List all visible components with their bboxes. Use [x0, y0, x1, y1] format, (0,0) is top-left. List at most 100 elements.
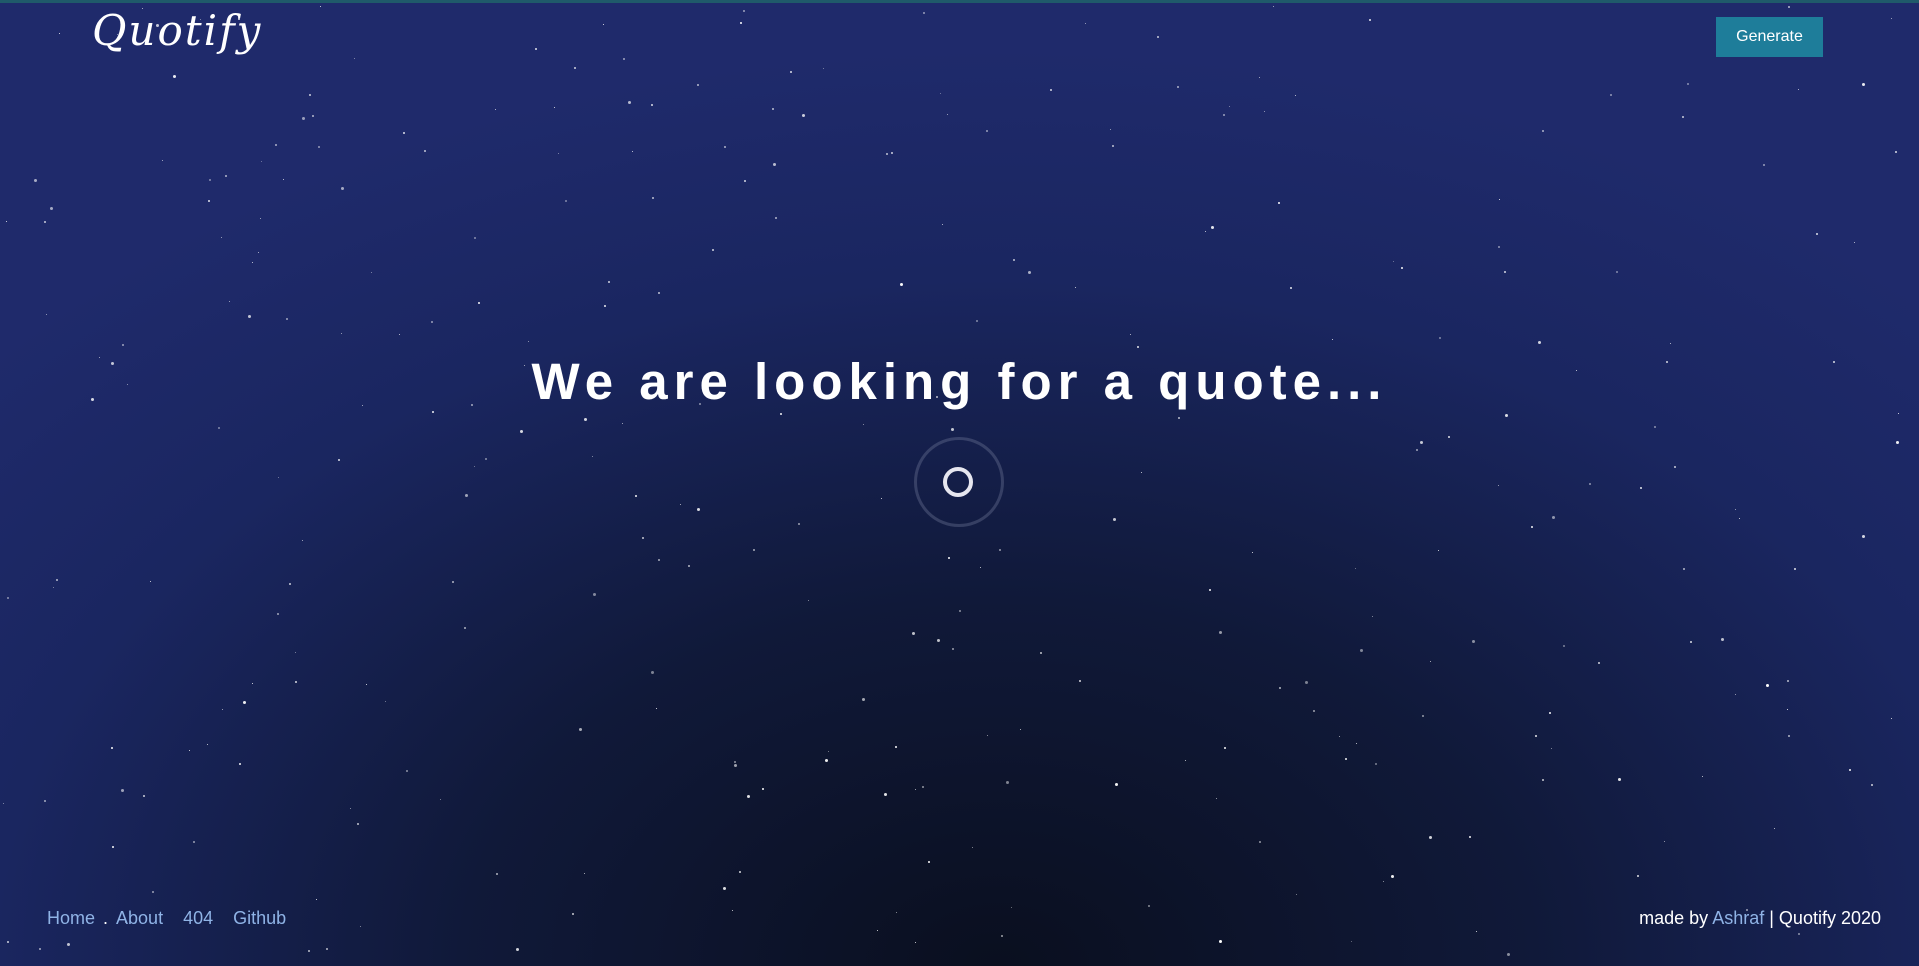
generate-button[interactable]: Generate	[1716, 17, 1823, 57]
star	[1137, 346, 1139, 348]
star	[1211, 226, 1214, 229]
star	[360, 926, 361, 927]
star	[295, 652, 296, 653]
star	[277, 613, 279, 615]
star	[44, 800, 46, 802]
star	[942, 224, 943, 225]
star	[50, 207, 53, 210]
star	[999, 549, 1001, 551]
star	[478, 302, 480, 304]
star	[1332, 339, 1333, 340]
star	[1050, 89, 1052, 91]
star	[1216, 798, 1217, 799]
logo[interactable]: Quotify	[92, 6, 262, 55]
star	[111, 747, 113, 749]
loading-headline: We are looking for a quote...	[531, 353, 1388, 410]
star	[1551, 748, 1552, 749]
star	[1219, 940, 1222, 943]
star	[1816, 233, 1818, 235]
star	[1391, 875, 1394, 878]
star	[1535, 735, 1537, 737]
star	[656, 708, 657, 709]
star	[1862, 535, 1865, 538]
star	[740, 22, 742, 24]
star	[972, 847, 973, 848]
star	[1674, 466, 1676, 468]
footer-link-home[interactable]: Home	[47, 908, 95, 929]
star	[7, 941, 9, 943]
star	[143, 795, 145, 797]
star	[1798, 89, 1799, 90]
star	[248, 315, 251, 318]
star	[877, 930, 878, 931]
star	[520, 430, 523, 433]
author-link[interactable]: Ashraf	[1712, 908, 1764, 928]
star	[862, 698, 865, 701]
star	[773, 163, 776, 166]
star	[318, 146, 320, 148]
star	[744, 180, 746, 182]
footer-link-404[interactable]: 404	[183, 908, 213, 929]
star	[7, 597, 9, 599]
star	[1296, 894, 1297, 895]
star	[1690, 641, 1692, 643]
star	[1112, 145, 1114, 147]
star	[608, 281, 610, 283]
star	[53, 587, 54, 588]
star	[464, 627, 466, 629]
star	[1498, 485, 1499, 486]
footer-link-about[interactable]: About	[116, 908, 163, 929]
star	[354, 58, 355, 59]
star	[603, 24, 604, 25]
star	[302, 117, 305, 120]
star	[289, 583, 291, 585]
star	[823, 68, 824, 69]
star	[986, 130, 988, 132]
star	[1640, 487, 1642, 489]
star	[432, 411, 434, 413]
star	[1664, 841, 1665, 842]
star	[1896, 441, 1899, 444]
star	[1476, 931, 1477, 932]
star	[1469, 836, 1471, 838]
star	[912, 632, 915, 635]
star	[1439, 337, 1441, 339]
footer-link-github[interactable]: Github	[233, 908, 286, 929]
star	[152, 891, 154, 893]
star	[739, 871, 741, 873]
star	[1185, 760, 1186, 761]
star	[1229, 106, 1230, 107]
star	[261, 161, 262, 162]
star	[952, 648, 954, 650]
star	[1252, 552, 1253, 553]
star	[341, 187, 344, 190]
star	[1141, 472, 1142, 473]
star	[651, 104, 653, 106]
star	[828, 751, 829, 752]
star	[900, 283, 903, 286]
star	[150, 581, 151, 582]
star	[316, 899, 317, 900]
star	[635, 495, 637, 497]
star	[239, 763, 241, 765]
star	[1735, 509, 1736, 510]
star	[1393, 261, 1394, 262]
star	[3, 803, 4, 804]
star	[1401, 267, 1403, 269]
star	[1895, 151, 1897, 153]
star	[863, 424, 864, 425]
star	[295, 681, 297, 683]
star	[1552, 516, 1555, 519]
star	[724, 146, 726, 148]
credit-prefix: made by	[1639, 908, 1709, 928]
star	[474, 466, 475, 467]
star	[723, 887, 726, 890]
star	[1891, 718, 1892, 719]
star	[572, 913, 574, 915]
star	[1798, 933, 1800, 935]
star	[712, 249, 714, 251]
star	[825, 759, 828, 762]
star	[680, 504, 681, 505]
star	[697, 84, 699, 86]
star	[474, 237, 476, 239]
